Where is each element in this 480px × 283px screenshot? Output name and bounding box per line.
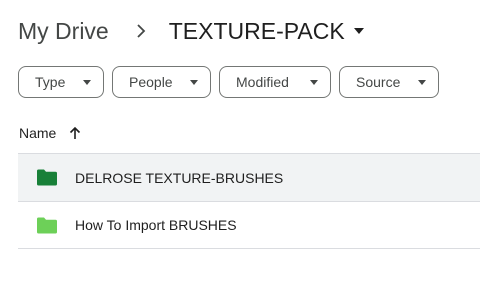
breadcrumb: My Drive TEXTURE-PACK — [18, 14, 364, 48]
caret-down-icon — [83, 78, 91, 86]
folder-icon — [36, 169, 58, 187]
file-list: DELROSE TEXTURE-BRUSHES How To Import BR… — [18, 153, 480, 249]
caret-down-icon — [310, 78, 318, 86]
filter-type-label: Type — [35, 74, 66, 90]
filter-type-chip[interactable]: Type — [18, 66, 104, 98]
caret-down-icon — [353, 26, 364, 36]
filter-source-label: Source — [356, 74, 401, 90]
filter-modified-chip[interactable]: Modified — [219, 66, 331, 98]
filter-people-label: People — [129, 74, 173, 90]
breadcrumb-current-folder[interactable]: TEXTURE-PACK — [169, 18, 364, 45]
arrow-up-icon[interactable] — [69, 125, 83, 141]
list-item[interactable]: DELROSE TEXTURE-BRUSHES — [18, 153, 480, 201]
breadcrumb-my-drive[interactable]: My Drive — [18, 18, 109, 45]
name-column-header[interactable]: Name — [19, 120, 83, 146]
chevron-right-icon — [131, 21, 151, 41]
caret-down-icon — [418, 78, 426, 86]
caret-down-icon — [190, 78, 198, 86]
list-item-name: DELROSE TEXTURE-BRUSHES — [75, 169, 284, 186]
filter-people-chip[interactable]: People — [112, 66, 211, 98]
filter-chips: Type People Modified Source — [18, 66, 439, 98]
list-item-name: How To Import BRUSHES — [75, 217, 237, 233]
list-item[interactable]: How To Import BRUSHES — [18, 201, 480, 249]
folder-icon — [36, 216, 58, 234]
filter-modified-label: Modified — [236, 74, 289, 90]
name-column-label: Name — [19, 125, 57, 141]
drive-folder-view: My Drive TEXTURE-PACK Type People Modifi… — [0, 0, 480, 283]
breadcrumb-current-label: TEXTURE-PACK — [168, 17, 345, 44]
filter-source-chip[interactable]: Source — [339, 66, 439, 98]
